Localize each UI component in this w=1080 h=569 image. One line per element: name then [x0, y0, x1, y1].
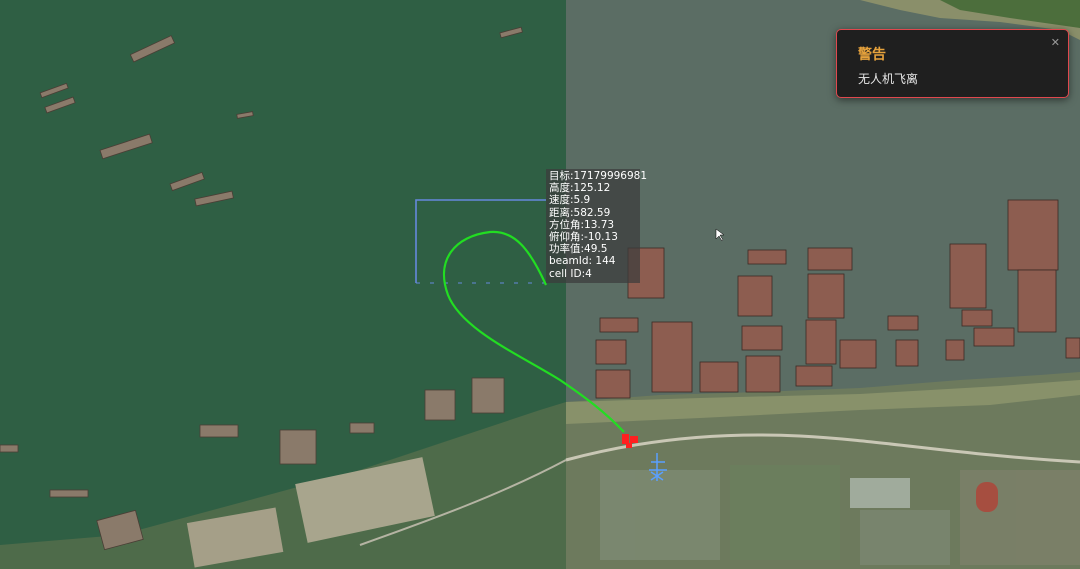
target-speed: 速度:5.9	[549, 194, 591, 207]
close-icon[interactable]: ✕	[1051, 36, 1060, 49]
target-distance: 距离:582.59	[549, 206, 611, 219]
target-id: 目标:17179996981	[549, 170, 648, 182]
farm-fields	[600, 465, 1080, 565]
target-elevation: 俯仰角:-10.13	[549, 231, 618, 244]
target-info-panel: 目标:17179996981 高度:125.12 速度:5.9 距离:582.5…	[546, 169, 648, 283]
notification-title: 警告	[858, 47, 886, 63]
target-cell-id: cell ID:4	[549, 267, 592, 280]
warning-notification: 警告 无人机飞离 ✕	[836, 29, 1069, 98]
target-altitude: 高度:125.12	[549, 182, 611, 195]
notification-message: 无人机飞离	[858, 72, 919, 86]
target-power: 功率值:49.5	[549, 243, 608, 256]
target-azimuth: 方位角:13.73	[549, 218, 615, 231]
target-beam-id: beamId: 144	[549, 255, 616, 268]
